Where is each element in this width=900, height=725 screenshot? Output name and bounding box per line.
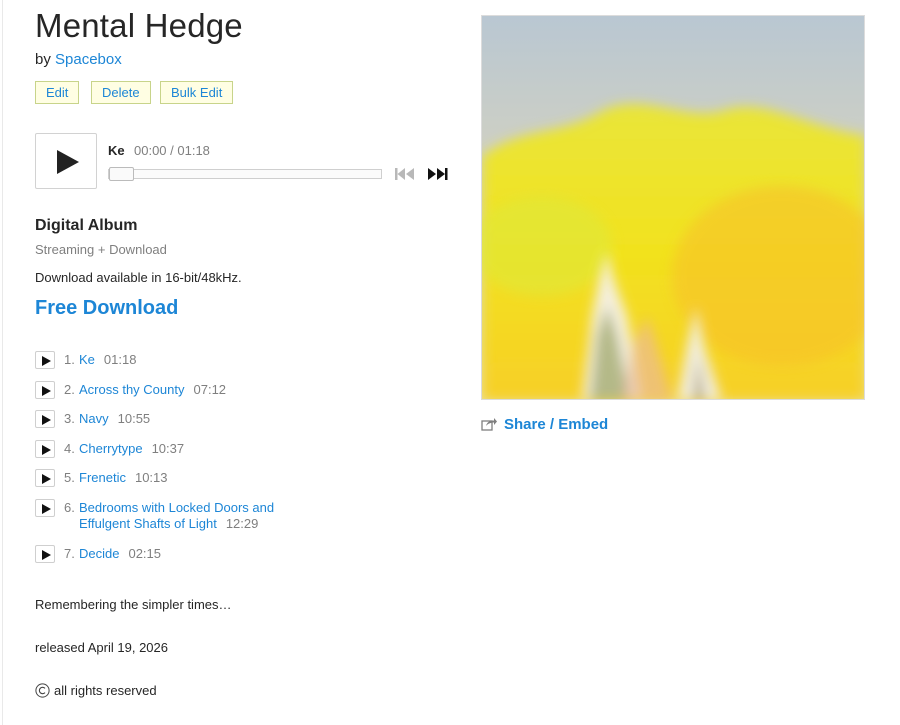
play-icon <box>57 150 79 174</box>
play-icon <box>42 550 51 560</box>
track-title-link[interactable]: Decide <box>79 546 119 561</box>
free-download-link[interactable]: Free Download <box>35 297 178 320</box>
play-icon <box>42 474 51 484</box>
copyright-icon <box>35 683 50 698</box>
track-title-link[interactable]: Ke <box>79 352 95 367</box>
album-title: Mental Hedge <box>35 7 243 44</box>
track-title-link[interactable]: Bedrooms with Locked Doors and <box>79 500 274 515</box>
main-play-button[interactable] <box>35 133 97 189</box>
byline: by Spacebox <box>35 51 122 68</box>
play-icon <box>42 445 51 455</box>
rights-text: all rights reserved <box>54 683 157 698</box>
purchase-format: Digital Album <box>35 217 138 234</box>
play-icon <box>42 504 51 514</box>
track-title-link[interactable]: Navy <box>79 411 109 426</box>
track-number: 4. <box>64 441 75 456</box>
track-duration: 12:29 <box>225 516 259 531</box>
release-date: released April 19, 2026 <box>35 640 168 655</box>
rights-notice: all rights reserved <box>35 683 157 698</box>
track-title-link[interactable]: Across thy County <box>79 382 185 397</box>
album-art[interactable] <box>481 15 865 400</box>
track-number: 1. <box>64 352 75 367</box>
track-play-button[interactable] <box>35 410 55 428</box>
track-play-button[interactable] <box>35 499 55 517</box>
page-left-border <box>2 0 3 725</box>
track-duration: 02:15 <box>128 546 162 561</box>
track-title-link-line2[interactable]: Effulgent Shafts of Light <box>79 516 217 531</box>
album-art-image <box>482 16 864 399</box>
play-icon <box>42 356 51 366</box>
share-embed-label[interactable]: Share / Embed <box>504 416 608 433</box>
edit-button[interactable]: Edit <box>35 81 80 104</box>
skip-next-icon[interactable] <box>428 168 448 180</box>
now-playing-title: Ke <box>108 143 125 158</box>
track-number: 5. <box>64 470 75 485</box>
download-availability: Download available in 16-bit/48kHz. <box>35 270 242 285</box>
track-play-button[interactable] <box>35 381 55 399</box>
track-number: 3. <box>64 411 75 426</box>
album-about: Remembering the simpler times… <box>35 597 232 612</box>
track-play-button[interactable] <box>35 545 55 563</box>
track-duration: 10:13 <box>134 470 168 485</box>
artist-link[interactable]: Spacebox <box>55 51 122 68</box>
track-duration: 07:12 <box>193 382 227 397</box>
track-number: 6. <box>64 500 75 515</box>
progress-bar[interactable] <box>108 167 382 181</box>
play-icon <box>42 386 51 396</box>
delete-button[interactable]: Delete <box>91 81 151 104</box>
track-play-button[interactable] <box>35 351 55 369</box>
by-prefix: by <box>35 51 51 68</box>
skip-previous-icon[interactable] <box>395 168 415 180</box>
track-title-link[interactable]: Cherrytype <box>79 441 143 456</box>
track-play-button[interactable] <box>35 440 55 458</box>
track-title-link[interactable]: Frenetic <box>79 470 126 485</box>
play-icon <box>42 415 51 425</box>
purchase-subtitle: Streaming + Download <box>35 242 167 257</box>
track-duration: 10:37 <box>151 441 185 456</box>
track-duration: 01:18 <box>103 352 137 367</box>
bulk-edit-button[interactable]: Bulk Edit <box>160 81 234 104</box>
track-number: 7. <box>64 546 75 561</box>
progress-handle[interactable] <box>109 167 134 181</box>
share-icon <box>481 418 497 431</box>
track-number: 2. <box>64 382 75 397</box>
track-duration: 10:55 <box>117 411 151 426</box>
share-embed-link[interactable]: Share / Embed <box>481 416 608 433</box>
track-play-button[interactable] <box>35 469 55 487</box>
now-playing-time: 00:00 / 01:18 <box>134 143 210 158</box>
